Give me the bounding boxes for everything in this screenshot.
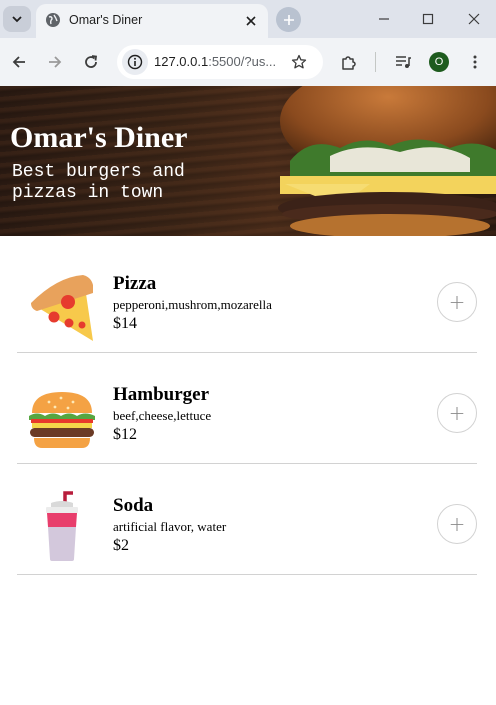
chevron-down-icon (12, 16, 22, 23)
item-ingredients: artificial flavor, water (113, 519, 227, 534)
url-text[interactable]: 127.0.0.1:5500/?us... (154, 54, 276, 69)
item-price: $12 (113, 426, 137, 443)
forward-button[interactable] (43, 50, 67, 74)
browser-tab[interactable]: Omar's Diner (36, 4, 268, 38)
star-icon (291, 54, 307, 69)
toolbar-divider (375, 52, 376, 72)
add-hamburger-button[interactable]: + (437, 393, 477, 433)
puzzle-icon (342, 56, 356, 70)
item-name: Soda (113, 495, 154, 516)
browser-menu-button[interactable] (463, 50, 487, 74)
close-icon (468, 13, 480, 25)
add-soda-button[interactable]: + (437, 504, 477, 544)
maximize-button[interactable] (417, 8, 439, 30)
arrow-right-icon (49, 56, 62, 68)
url-path: :5500/?us... (208, 54, 277, 69)
reload-icon (85, 55, 98, 68)
plus-icon (283, 14, 294, 25)
hero-banner: Omar's Diner Best burgers and pizzas in … (0, 86, 496, 236)
new-tab-button[interactable] (276, 7, 301, 32)
item-price: $2 (113, 537, 129, 554)
address-bar[interactable]: 127.0.0.1:5500/?us... (117, 45, 323, 79)
extensions-button[interactable] (337, 50, 361, 74)
restaurant-tagline: Best burgers and pizzas in town (12, 162, 185, 203)
soda-icon (46, 491, 78, 561)
tab-search-button[interactable] (3, 6, 31, 32)
close-window-button[interactable] (463, 8, 485, 30)
reload-button[interactable] (79, 50, 103, 74)
hamburger-icon (29, 392, 95, 448)
arrow-left-icon (12, 56, 25, 68)
item-ingredients: pepperoni,mushrom,mozarella (113, 297, 272, 312)
pizza-icon (31, 275, 93, 341)
tab-strip: Omar's Diner (0, 0, 496, 38)
site-info-button[interactable] (122, 49, 148, 75)
tab-title: Omar's Diner (69, 13, 143, 27)
tab-close-button[interactable] (242, 12, 260, 30)
menu-item-hamburger: Hamburger beef,cheese,lettuce $12 + (17, 353, 477, 464)
media-controls-button[interactable] (391, 50, 415, 74)
playlist-icon (396, 56, 411, 68)
item-ingredients: beef,cheese,lettuce (113, 408, 212, 423)
menu-item-soda: Soda artificial flavor, water $2 + (17, 464, 477, 575)
add-pizza-button[interactable]: + (437, 282, 477, 322)
maximize-icon (422, 13, 434, 25)
minimize-button[interactable] (373, 8, 395, 30)
url-host: 127.0.0.1 (154, 54, 209, 69)
item-name: Hamburger (113, 384, 210, 405)
profile-avatar[interactable]: O (429, 52, 449, 72)
globe-icon (46, 13, 60, 27)
close-icon (246, 16, 256, 26)
browser-toolbar: 127.0.0.1:5500/?us... O (0, 38, 496, 86)
burger-photo (278, 86, 496, 236)
menu-item-pizza: Pizza pepperoni,mushrom,mozarella $14 + (17, 242, 477, 353)
restaurant-title: Omar's Diner (10, 121, 188, 154)
info-icon (127, 54, 143, 70)
back-button[interactable] (7, 50, 31, 74)
more-vertical-icon (473, 55, 477, 69)
minimize-icon (379, 18, 389, 20)
item-name: Pizza (113, 273, 157, 294)
item-price: $14 (113, 315, 137, 332)
bookmark-button[interactable] (289, 52, 309, 72)
